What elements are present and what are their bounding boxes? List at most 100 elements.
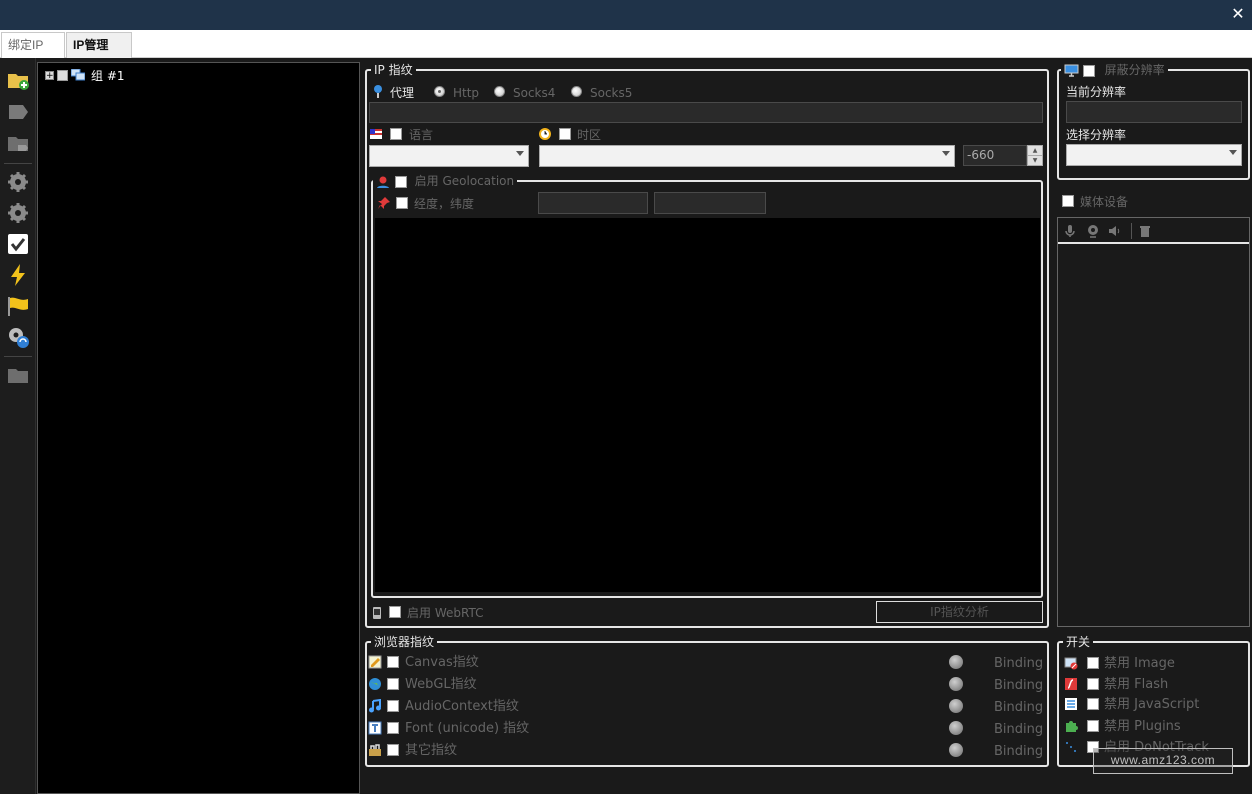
geolocation-label: 启用 Geolocation <box>414 174 515 188</box>
close-icon[interactable]: ✕ <box>1230 6 1246 22</box>
tree-item-group[interactable]: + 组 #1 <box>45 68 125 83</box>
timezone-select[interactable] <box>539 145 955 167</box>
canvas-status-dot <box>949 655 963 669</box>
expand-icon[interactable]: + <box>45 70 54 80</box>
other-fingerprint-label: 其它指纹 <box>405 743 458 758</box>
latlng-label: 经度，纬度 <box>414 197 475 211</box>
socks4-radio[interactable] <box>494 86 505 97</box>
speaker-icon[interactable] <box>1108 224 1122 238</box>
tab-ip-management[interactable]: IP管理 <box>66 32 132 58</box>
webgl-status-dot <box>949 677 963 691</box>
group-checkbox[interactable] <box>57 69 68 81</box>
left-toolbar <box>0 58 36 794</box>
windows-icon <box>71 69 85 81</box>
gear-icon[interactable] <box>6 170 30 194</box>
webrtc-checkbox[interactable] <box>389 606 401 618</box>
audiocontext-binding: Binding <box>994 700 1044 715</box>
image-block-icon <box>1064 657 1078 670</box>
disable-image-checkbox[interactable] <box>1087 657 1099 669</box>
resolution-legend-wrap: 屏蔽分辨率 <box>1061 62 1168 78</box>
current-resolution-label: 当前分辨率 <box>1066 85 1127 99</box>
font-label: Font (unicode) 指纹 <box>405 721 530 736</box>
webrtc-label: 启用 WebRTC <box>407 606 484 620</box>
trash-icon[interactable] <box>1138 224 1152 238</box>
disable-javascript-checkbox[interactable] <box>1087 698 1099 710</box>
tab-bar: 绑定IP IP管理 <box>0 30 1252 58</box>
timezone-checkbox[interactable] <box>559 128 571 140</box>
audiocontext-label: AudioContext指纹 <box>405 699 519 714</box>
map-view[interactable] <box>375 218 1040 592</box>
monitor-icon <box>1064 64 1079 77</box>
disable-flash-label: 禁用 Flash <box>1104 677 1169 692</box>
tools-icon <box>369 744 381 756</box>
disable-plugins-checkbox[interactable] <box>1087 720 1099 732</box>
folder-icon[interactable] <box>6 363 30 387</box>
clock-icon <box>539 128 551 140</box>
timezone-offset-input[interactable]: -660 <box>963 145 1027 166</box>
http-radio[interactable] <box>434 86 445 97</box>
latlng-checkbox[interactable] <box>396 197 408 209</box>
microphone-icon[interactable] <box>1063 224 1077 238</box>
flag-icon[interactable] <box>6 294 30 318</box>
media-checkbox[interactable] <box>1062 195 1074 207</box>
flash-icon <box>1065 678 1077 690</box>
audiocontext-status-dot <box>949 699 963 713</box>
webgl-checkbox[interactable] <box>387 678 399 690</box>
other-binding: Binding <box>994 744 1044 759</box>
language-label: 语言 <box>409 128 434 142</box>
pushpin-icon <box>378 197 390 209</box>
socks5-radio[interactable] <box>571 86 582 97</box>
globe-icon <box>369 678 381 690</box>
canvas-label: Canvas指纹 <box>405 655 479 670</box>
phone-icon <box>373 607 381 619</box>
gear-refresh-icon[interactable] <box>6 325 30 349</box>
proxy-input[interactable] <box>369 102 1043 123</box>
resolution-checkbox[interactable] <box>1082 64 1095 77</box>
canvas-checkbox[interactable] <box>387 656 399 668</box>
tag-icon[interactable] <box>6 100 30 124</box>
http-label: Http <box>453 86 480 100</box>
other-fingerprint-checkbox[interactable] <box>387 744 399 756</box>
language-select[interactable] <box>369 145 529 167</box>
canvas-icon <box>368 655 382 669</box>
language-checkbox[interactable] <box>390 128 402 140</box>
font-status-dot <box>949 721 963 735</box>
person-pin-icon <box>377 176 389 188</box>
ip-analysis-button[interactable]: IP指纹分析 <box>876 601 1043 623</box>
webgl-label: WebGL指纹 <box>405 677 477 692</box>
puzzle-icon <box>1066 721 1078 732</box>
resolution-legend: 屏蔽分辨率 <box>1104 63 1165 77</box>
gear-icon[interactable] <box>6 201 30 225</box>
check-icon[interactable] <box>6 232 30 256</box>
folder-add-icon[interactable] <box>6 68 30 92</box>
title-bar <box>0 0 1252 30</box>
font-checkbox[interactable] <box>387 722 399 734</box>
tab-bind-ip[interactable]: 绑定IP <box>1 32 65 58</box>
proxy-label: 代理 <box>390 86 415 100</box>
lightning-icon[interactable] <box>6 263 30 287</box>
pin-icon <box>374 85 382 98</box>
group-label: 组 #1 <box>91 68 125 83</box>
latitude-input[interactable] <box>538 192 648 214</box>
font-binding: Binding <box>994 722 1044 737</box>
audiocontext-checkbox[interactable] <box>387 700 399 712</box>
choose-resolution-label: 选择分辨率 <box>1066 128 1127 142</box>
current-resolution-input[interactable] <box>1066 101 1242 123</box>
disable-flash-checkbox[interactable] <box>1087 678 1099 690</box>
socks5-label: Socks5 <box>590 86 633 100</box>
longitude-input[interactable] <box>654 192 766 214</box>
webcam-icon[interactable] <box>1086 224 1100 238</box>
browser-fingerprint-legend: 浏览器指纹 <box>371 634 438 650</box>
media-panel <box>1057 217 1250 627</box>
offset-stepper[interactable]: ▲ ▼ <box>1027 145 1043 166</box>
disable-javascript-label: 禁用 JavaScript <box>1104 697 1200 712</box>
font-icon <box>368 721 382 735</box>
canvas-binding: Binding <box>994 656 1044 671</box>
group-tree: + 组 #1 <box>37 62 360 794</box>
folder-tag-icon[interactable] <box>6 131 30 155</box>
disable-image-label: 禁用 Image <box>1104 656 1175 671</box>
webgl-binding: Binding <box>994 678 1044 693</box>
geolocation-checkbox[interactable] <box>394 175 407 188</box>
resolution-select[interactable] <box>1066 144 1242 166</box>
music-note-icon <box>369 699 381 713</box>
